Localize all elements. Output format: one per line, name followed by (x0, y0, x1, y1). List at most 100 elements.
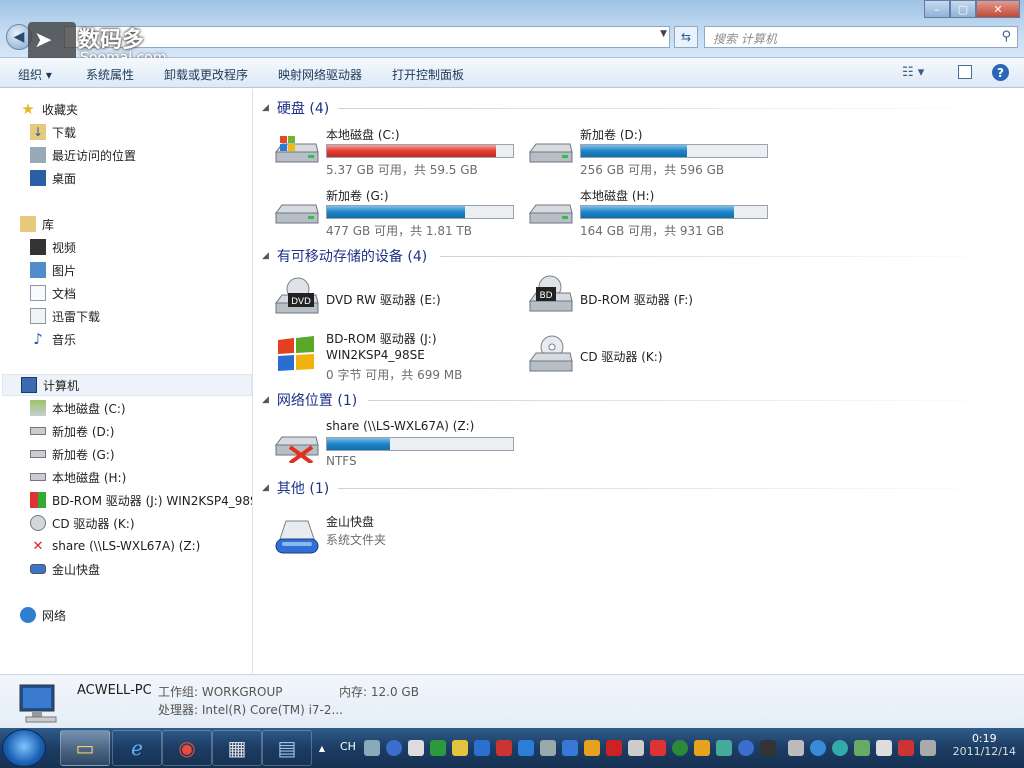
control-panel-button[interactable]: 打开控制面板 (392, 66, 464, 83)
ie-taskbar-icon[interactable]: ℯ (112, 730, 162, 766)
drive-z[interactable]: share (\\LS-WXL67A) (Z:) NTFS (272, 419, 522, 473)
hard-drive-icon (30, 427, 46, 435)
chevron-down-icon[interactable]: ▼ (660, 29, 667, 39)
close-button[interactable]: ✕ (976, 0, 1020, 18)
nav-thunder[interactable]: 迅雷下载 (30, 305, 100, 327)
group-label: 网络位置 (1) (276, 393, 358, 409)
calculator-taskbar-icon[interactable]: ▦ (212, 730, 262, 766)
globe-icon[interactable] (832, 740, 848, 756)
drive-d[interactable]: 新加卷 (D:) 256 GB 可用，共 596 GB (526, 126, 776, 180)
adobe-icon[interactable] (650, 740, 666, 756)
group-divider (368, 400, 1018, 401)
pen-icon[interactable] (408, 740, 424, 756)
nav-desktop[interactable]: 桌面 (30, 167, 76, 189)
collapse-triangle-icon[interactable]: ◢ (262, 483, 269, 493)
kingsoft-disk[interactable]: 金山快盘 系统文件夹 (272, 513, 522, 567)
uninstall-button[interactable]: 卸载或更改程序 (164, 66, 248, 83)
minimize-button[interactable]: – (924, 0, 950, 18)
drive-name: BD-ROM 驱动器 (J:) (326, 332, 437, 346)
group-header-other[interactable]: ◢ 其他 (1) (262, 478, 329, 498)
drive-h[interactable]: 本地磁盘 (H:) 164 GB 可用，共 931 GB (526, 187, 776, 241)
nav-computer[interactable]: 计算机 (2, 374, 252, 396)
volume-device-icon[interactable] (628, 740, 644, 756)
drive-name: CD 驱动器 (K:) (580, 350, 663, 364)
title-bar: ◀ ▼ ⇆ 搜索 计算机 ⚲ – ▢ ✕ ➤ 数码多 Soomal.com (0, 0, 1024, 66)
collapse-triangle-icon[interactable]: ◢ (262, 395, 269, 405)
network-storage-icon[interactable] (518, 740, 534, 756)
usage-fill (327, 145, 497, 157)
map-drive-button[interactable]: 映射网络驱动器 (278, 66, 362, 83)
windows-flag-icon (278, 336, 314, 371)
nav-videos[interactable]: 视频 (30, 236, 76, 258)
download-tray-icon[interactable] (716, 740, 732, 756)
system-properties-button[interactable]: 系统属性 (86, 66, 134, 83)
nav-network[interactable]: 网络 (20, 604, 66, 626)
nav-downloads[interactable]: ↓ 下载 (30, 121, 76, 143)
drive-name: 本地磁盘 (H:) (580, 189, 655, 203)
group-header-network[interactable]: ◢ 网络位置 (1) (262, 390, 357, 410)
security-shield-icon[interactable] (430, 740, 446, 756)
m-app-icon[interactable] (738, 740, 754, 756)
battery-icon[interactable] (854, 740, 870, 756)
monitor-tray-icon[interactable] (760, 740, 776, 756)
disconnected-network-drive-icon: ✕ (32, 538, 44, 554)
help-tray-icon[interactable] (386, 740, 402, 756)
nav-drive-h[interactable]: 本地磁盘 (H:) (30, 466, 126, 488)
tray-expand-icon[interactable]: ▲ (316, 728, 328, 768)
nav-recent[interactable]: 最近访问的位置 (30, 144, 136, 166)
shield-icon[interactable] (452, 740, 468, 756)
nav-libraries[interactable]: 库 (20, 213, 54, 235)
keyboard-icon[interactable] (364, 740, 380, 756)
nav-drive-d[interactable]: 新加卷 (D:) (30, 420, 114, 442)
collapse-triangle-icon[interactable]: ◢ (262, 103, 269, 113)
wifi-icon[interactable] (584, 740, 600, 756)
keyboard-tray-icon[interactable] (920, 740, 936, 756)
group-label: 硬盘 (4) (276, 101, 330, 117)
search-icon[interactable]: ⚲ (1001, 29, 1011, 44)
nav-drive-g[interactable]: 新加卷 (G:) (30, 443, 115, 465)
drive-name: 金山快盘 (326, 515, 375, 529)
start-button[interactable] (2, 729, 46, 767)
utorrent-icon[interactable] (672, 740, 688, 756)
preview-pane-icon[interactable] (958, 65, 972, 79)
refresh-button[interactable]: ⇆ (674, 26, 698, 48)
group-header-hdd[interactable]: ◢ 硬盘 (4) (262, 98, 329, 118)
flag-icon[interactable] (876, 740, 892, 756)
user-icon[interactable] (694, 740, 710, 756)
action-center-icon[interactable] (898, 740, 914, 756)
speaker-icon[interactable] (788, 740, 804, 756)
drive-k[interactable]: CD 驱动器 (K:) (526, 335, 776, 401)
explorer-taskbar-icon[interactable]: ▭ (60, 730, 110, 766)
power-icon[interactable] (810, 740, 826, 756)
notepad-taskbar-icon[interactable]: ▤ (262, 730, 312, 766)
clock-time: 0:19 (971, 732, 997, 745)
drive-c[interactable]: 本地磁盘 (C:) 5.37 GB 可用，共 59.5 GB (272, 126, 522, 180)
nav-drive-j[interactable]: BD-ROM 驱动器 (J:) WIN2KSP4_98S (30, 489, 252, 511)
maximize-button[interactable]: ▢ (950, 0, 976, 18)
database-icon[interactable] (562, 740, 578, 756)
nav-label: 视频 (52, 240, 77, 255)
nav-drive-c[interactable]: 本地磁盘 (C:) (30, 397, 126, 419)
organize-button[interactable]: 组织 ▾ (18, 66, 52, 83)
usb-icon[interactable] (496, 740, 512, 756)
nav-kingsoft[interactable]: 金山快盘 (30, 558, 100, 580)
search-input[interactable]: 搜索 计算机 ⚲ (704, 26, 1018, 48)
nav-documents[interactable]: 文档 (30, 282, 76, 304)
nav-favorites[interactable]: ★ 收藏夹 (20, 98, 78, 120)
collapse-triangle-icon[interactable]: ◢ (262, 251, 269, 261)
nav-pictures[interactable]: 图片 (30, 259, 76, 281)
view-options-icon[interactable]: ☷ ▾ (902, 65, 924, 80)
group-header-removable[interactable]: ◢ 有可移动存储的设备 (4) (262, 246, 427, 266)
close-app-icon[interactable] (606, 740, 622, 756)
drive-j[interactable]: BD-ROM 驱动器 (J:) WIN2KSP4_98SE 0 字节 可用，共 … (272, 330, 522, 386)
bluetooth-icon[interactable] (474, 740, 490, 756)
chrome-taskbar-icon[interactable]: ◉ (162, 730, 212, 766)
help-icon[interactable]: ? (992, 64, 1009, 81)
upload-icon[interactable] (540, 740, 556, 756)
clock[interactable]: 0:19 2011/12/14 (953, 732, 1016, 758)
nav-drive-k[interactable]: CD 驱动器 (K:) (30, 512, 135, 534)
language-indicator[interactable]: CH (340, 740, 356, 753)
nav-drive-z[interactable]: ✕ share (\\LS-WXL67A) (Z:) (30, 535, 201, 557)
nav-music[interactable]: ♪ 音乐 (30, 328, 76, 350)
drive-g[interactable]: 新加卷 (G:) 477 GB 可用，共 1.81 TB (272, 187, 522, 241)
